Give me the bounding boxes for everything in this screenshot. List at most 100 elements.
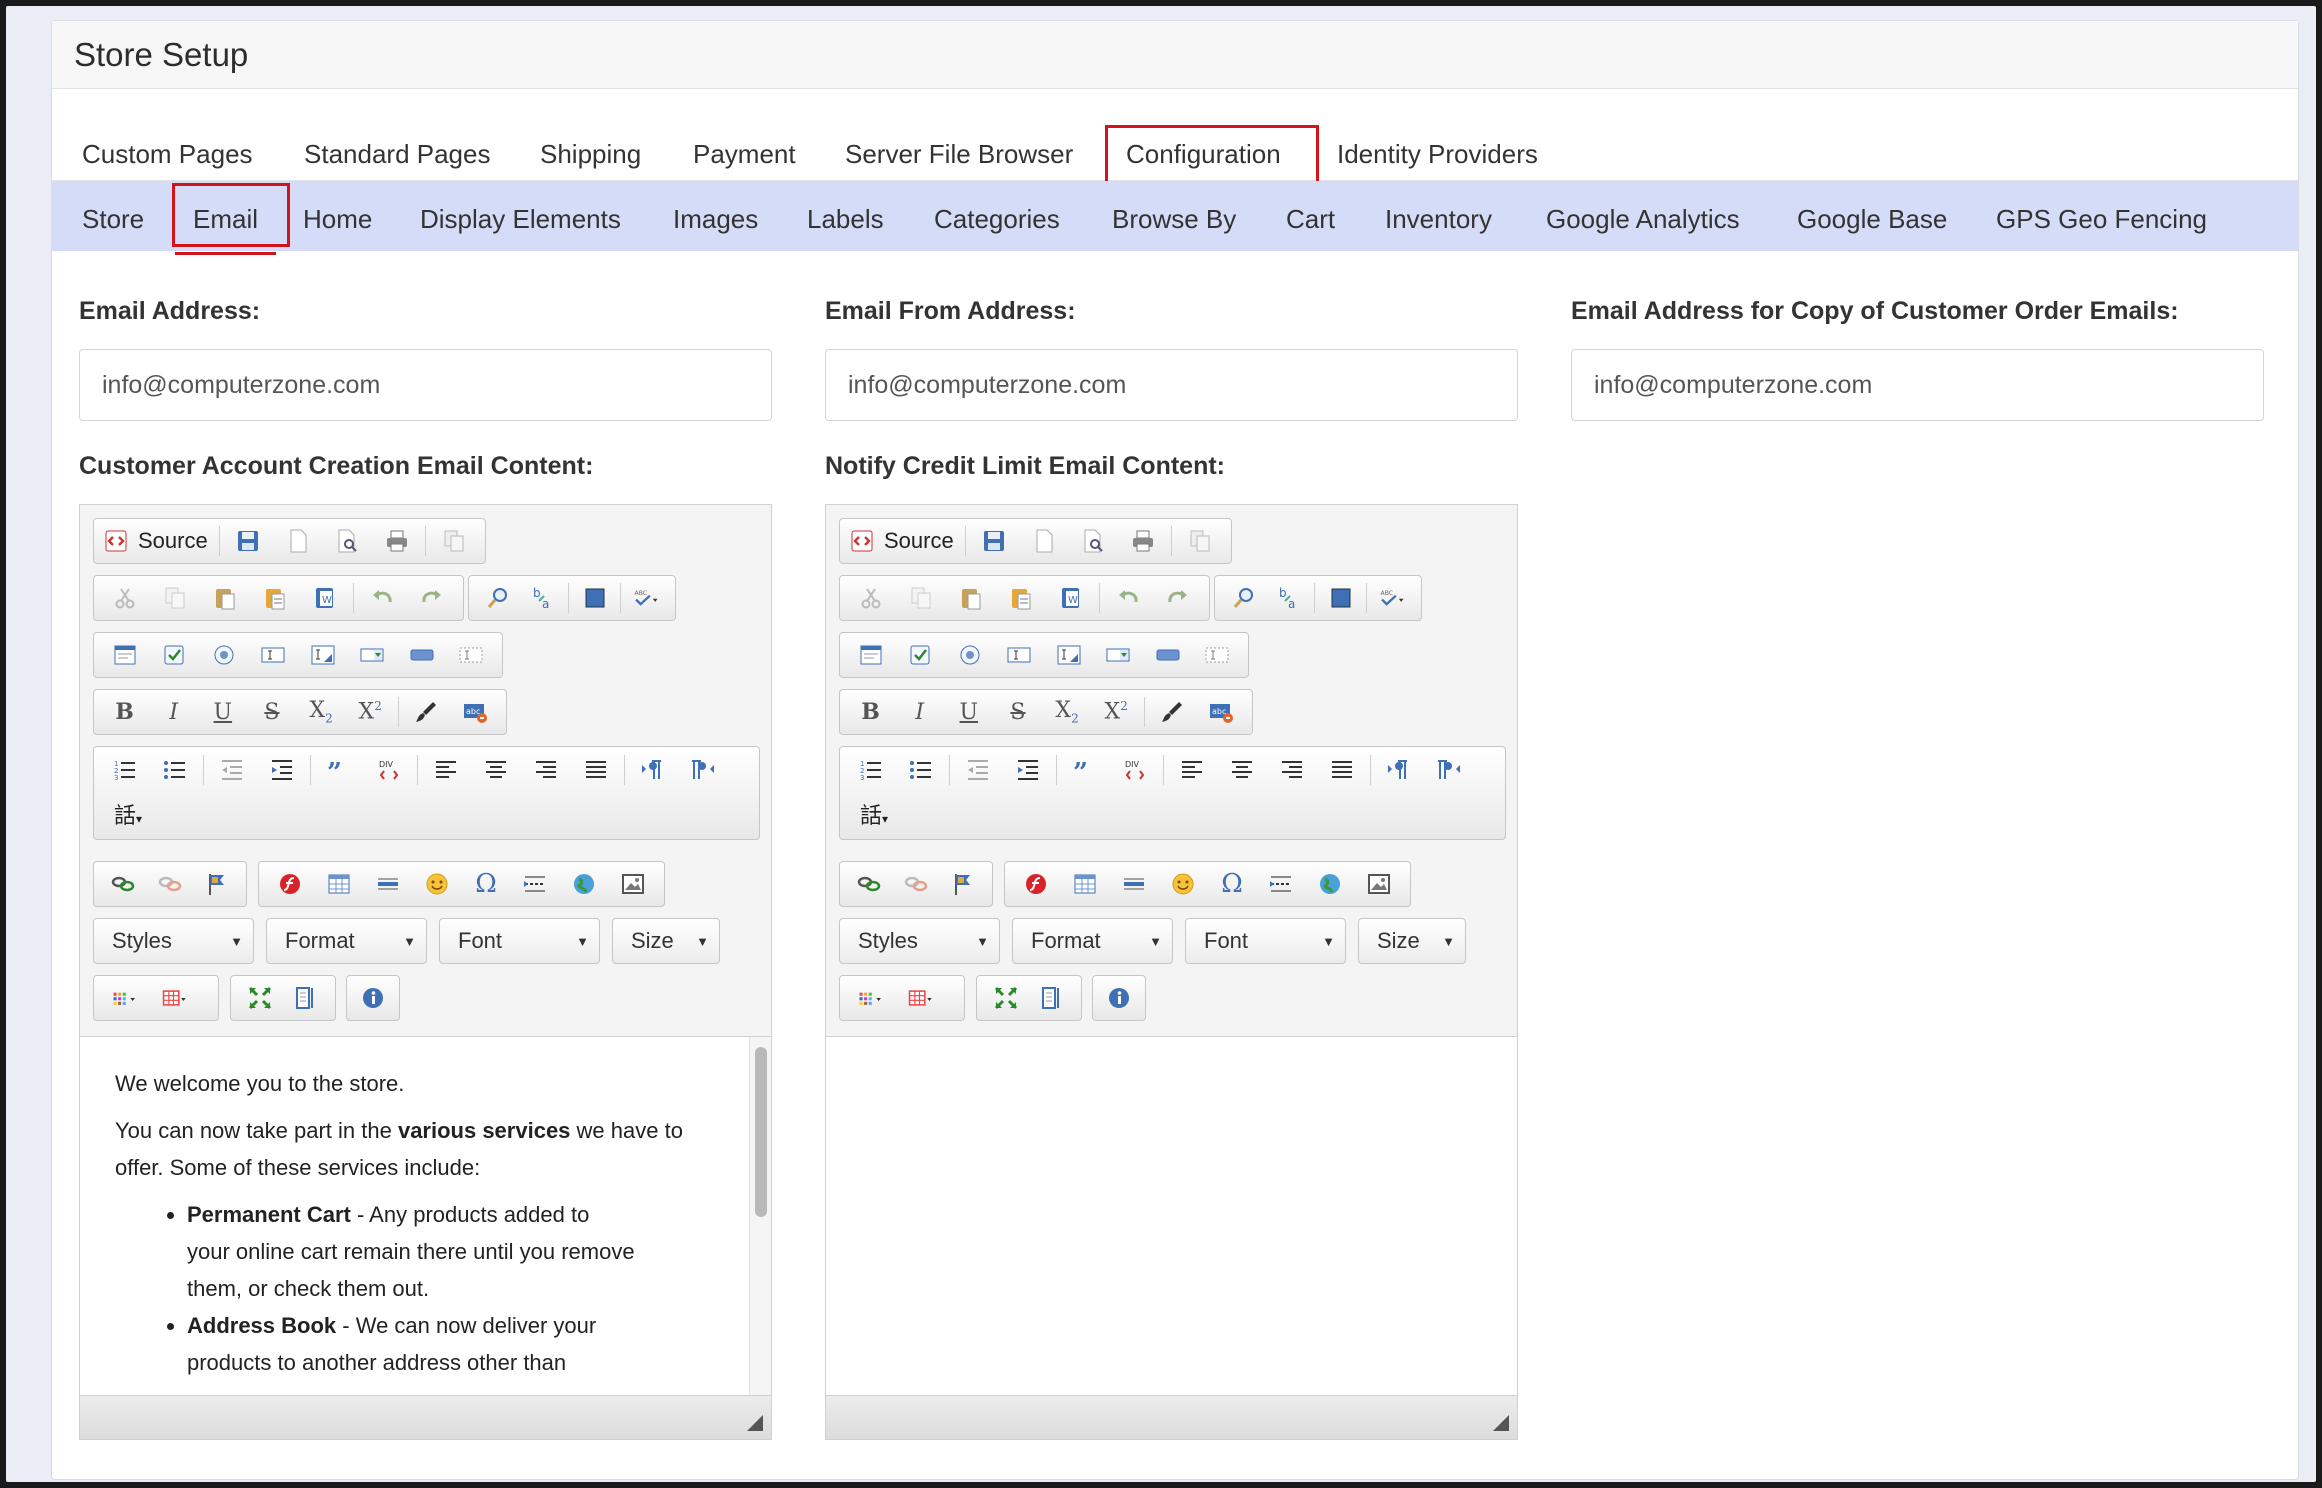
form-button[interactable] (846, 636, 896, 674)
flash-button[interactable] (1011, 865, 1060, 903)
format-dropdown[interactable]: Format ▼ (1012, 918, 1173, 964)
subscript-button[interactable]: X2 (297, 693, 346, 731)
select-field-button[interactable] (1094, 636, 1144, 674)
select-all-button[interactable] (572, 579, 617, 617)
text-color-button[interactable] (100, 979, 150, 1017)
unlink-button[interactable] (893, 865, 940, 903)
text-field-button[interactable] (249, 636, 299, 674)
subtab-images[interactable]: Images (673, 204, 758, 235)
justify-button[interactable] (1317, 751, 1367, 789)
blockquote-button[interactable]: ” (1060, 751, 1110, 789)
hidden-field-button[interactable] (1193, 636, 1243, 674)
editor-content-area[interactable]: We welcome you to the store. You can now… (80, 1036, 771, 1397)
remove-format-button[interactable]: abc (1197, 693, 1246, 731)
subtab-labels[interactable]: Labels (807, 204, 884, 235)
print-button[interactable] (1118, 522, 1168, 560)
font-dropdown[interactable]: Font ▼ (439, 918, 600, 964)
numbered-list-button[interactable]: 123 (846, 751, 896, 789)
textarea-button[interactable] (298, 636, 348, 674)
indent-button[interactable] (1003, 751, 1053, 789)
cut-button[interactable] (100, 579, 150, 617)
table-button[interactable] (1060, 865, 1109, 903)
indent-button[interactable] (257, 751, 307, 789)
checkbox-button[interactable] (896, 636, 946, 674)
maximize-button[interactable] (237, 979, 283, 1017)
subtab-gps-geo-fencing[interactable]: GPS Geo Fencing (1996, 204, 2207, 235)
align-left-button[interactable] (421, 751, 471, 789)
tab-standard-pages[interactable]: Standard Pages (304, 139, 490, 170)
email-copy-input[interactable] (1571, 349, 2264, 421)
subtab-display-elements[interactable]: Display Elements (420, 204, 621, 235)
horizontal-rule-button[interactable] (1109, 865, 1158, 903)
find-button[interactable] (1221, 579, 1266, 617)
text-color-button[interactable] (846, 979, 896, 1017)
tab-server-file-browser[interactable]: Server File Browser (845, 139, 1073, 170)
about-button[interactable] (1094, 979, 1144, 1017)
styles-dropdown[interactable]: Styles ▼ (839, 918, 1000, 964)
resize-handle-icon[interactable] (1493, 1415, 1509, 1431)
save-button[interactable] (969, 522, 1019, 560)
size-dropdown[interactable]: Size ▼ (1358, 918, 1466, 964)
radio-button[interactable] (945, 636, 995, 674)
outdent-button[interactable] (207, 751, 257, 789)
subtab-cart[interactable]: Cart (1286, 204, 1335, 235)
radio-button[interactable] (199, 636, 249, 674)
subtab-categories[interactable]: Categories (934, 204, 1060, 235)
div-container-button[interactable]: DIV (364, 751, 414, 789)
tab-identity-providers[interactable]: Identity Providers (1337, 139, 1538, 170)
subtab-google-base[interactable]: Google Base (1797, 204, 1947, 235)
save-button[interactable] (223, 522, 273, 560)
cut-button[interactable] (846, 579, 896, 617)
subtab-google-analytics[interactable]: Google Analytics (1546, 204, 1740, 235)
italic-button[interactable]: I (149, 693, 198, 731)
scroll-thumb[interactable] (755, 1047, 767, 1217)
underline-button[interactable]: U (198, 693, 247, 731)
align-right-button[interactable] (521, 751, 571, 789)
justify-button[interactable] (571, 751, 621, 789)
text-direction-rtl-button[interactable] (678, 751, 728, 789)
tab-payment[interactable]: Payment (693, 139, 796, 170)
button-field-button[interactable] (397, 636, 447, 674)
iframe-button[interactable] (560, 865, 609, 903)
link-button[interactable] (846, 865, 893, 903)
page-break-button[interactable] (1257, 865, 1306, 903)
format-dropdown[interactable]: Format ▼ (266, 918, 427, 964)
align-right-button[interactable] (1267, 751, 1317, 789)
styles-dropdown[interactable]: Styles ▼ (93, 918, 254, 964)
templates-button[interactable] (1175, 522, 1225, 560)
smiley-button[interactable] (1158, 865, 1207, 903)
div-container-button[interactable]: DIV (1110, 751, 1160, 789)
anchor-button[interactable] (193, 865, 240, 903)
email-from-input[interactable] (825, 349, 1518, 421)
subscript-button[interactable]: X2 (1043, 693, 1092, 731)
superscript-button[interactable]: X2 (1092, 693, 1141, 731)
paste-text-button[interactable] (996, 579, 1046, 617)
language-button[interactable]: 話▾ (100, 795, 156, 833)
spellcheck-button[interactable]: ABC (624, 579, 669, 617)
find-button[interactable] (475, 579, 520, 617)
show-blocks-button[interactable] (283, 979, 329, 1017)
link-button[interactable] (100, 865, 147, 903)
text-direction-rtl-button[interactable] (1424, 751, 1474, 789)
page-break-button[interactable] (511, 865, 560, 903)
form-button[interactable] (100, 636, 150, 674)
outdent-button[interactable] (953, 751, 1003, 789)
undo-button[interactable] (1103, 579, 1153, 617)
image-button[interactable] (609, 865, 658, 903)
redo-button[interactable] (1153, 579, 1203, 617)
bold-button[interactable]: B (100, 693, 149, 731)
underline-button[interactable]: U (944, 693, 993, 731)
replace-button[interactable]: ba (520, 579, 565, 617)
table-button[interactable] (314, 865, 363, 903)
text-field-button[interactable] (995, 636, 1045, 674)
text-direction-ltr-button[interactable] (628, 751, 678, 789)
templates-button[interactable] (429, 522, 479, 560)
new-page-button[interactable] (1019, 522, 1069, 560)
select-all-button[interactable] (1318, 579, 1363, 617)
hidden-field-button[interactable] (447, 636, 497, 674)
content-scrollbar[interactable] (749, 1037, 771, 1397)
align-center-button[interactable] (1217, 751, 1267, 789)
tab-shipping[interactable]: Shipping (540, 139, 641, 170)
remove-format-button[interactable]: abc (451, 693, 500, 731)
maximize-button[interactable] (983, 979, 1029, 1017)
